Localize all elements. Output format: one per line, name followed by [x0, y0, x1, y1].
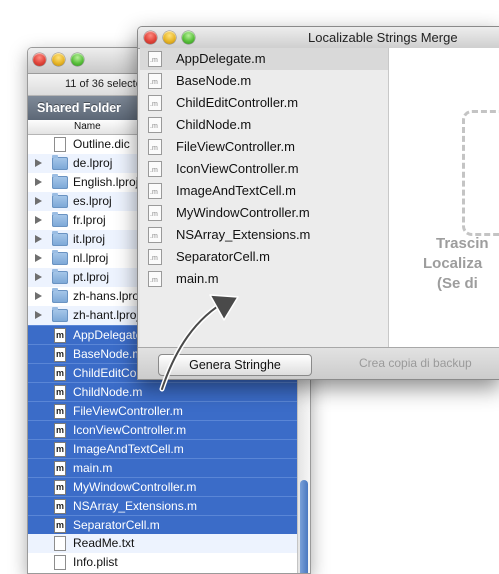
drag-arrow-icon — [159, 294, 239, 392]
